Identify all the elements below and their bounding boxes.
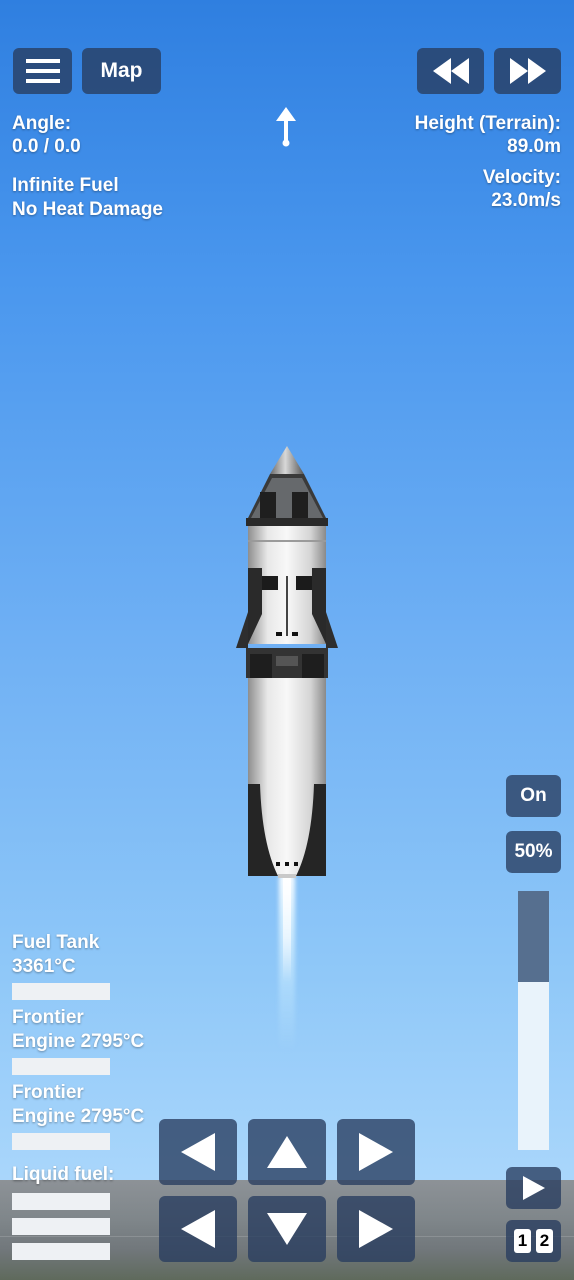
cheat-infinite-fuel: Infinite Fuel [12,175,119,196]
throttle-percent-button[interactable]: 50% [506,831,561,873]
height-label: Height (Terrain): [414,113,561,134]
throttle-slider-fill [518,891,549,982]
rotate-left-button[interactable] [159,1119,237,1185]
rewind-icon [432,58,469,84]
arrow-right-icon [359,1133,393,1171]
rocket[interactable] [232,444,342,884]
stage-play-button[interactable] [506,1167,561,1209]
stage-selector[interactable]: 1 2 [506,1220,561,1262]
play-icon [522,1176,545,1200]
arrow-down-icon [267,1213,307,1245]
fast-forward-button[interactable] [494,48,561,94]
translate-left-button[interactable] [159,1196,237,1262]
fast-forward-icon [509,58,546,84]
thrust-down-button[interactable] [248,1196,326,1262]
arrow-left-icon [181,1133,215,1171]
map-button[interactable]: Map [82,48,161,94]
angle-value: 0.0 / 0.0 [12,136,81,157]
height-value: 89.0m [507,136,561,157]
part-fuel-tank-bar [12,983,110,1000]
throttle-slider[interactable] [518,891,549,1150]
rewind-button[interactable] [417,48,484,94]
engine-exhaust-core [283,872,291,982]
arrow-right-icon [359,1210,393,1248]
stage-2-label[interactable]: 2 [536,1229,553,1253]
part-engine-2-bar [12,1133,110,1150]
arrow-up-icon [267,1136,307,1168]
rotate-right-button[interactable] [337,1119,415,1185]
angle-label: Angle: [12,113,72,134]
hamburger-icon [25,59,60,83]
stage-1-label[interactable]: 1 [514,1229,531,1253]
heading-arrow-icon [276,107,296,147]
part-fuel-tank-temp: 3361°C [12,956,76,977]
map-label: Map [100,59,143,82]
part-engine-2-name: Frontier [12,1082,84,1103]
part-engine-1-bar [12,1058,110,1075]
throttle-percent-label: 50% [514,841,553,862]
engine-toggle-label: On [520,785,547,806]
liquid-fuel-label: Liquid fuel: [12,1164,115,1185]
engine-toggle-button[interactable]: On [506,775,561,817]
translate-right-button[interactable] [337,1196,415,1262]
part-engine-1-temp: Engine 2795°C [12,1031,145,1052]
part-engine-2-temp: Engine 2795°C [12,1106,145,1127]
arrow-left-icon [181,1210,215,1248]
cheat-no-heat-damage: No Heat Damage [12,199,163,220]
liquid-fuel-bar-1 [12,1193,110,1210]
menu-button[interactable] [13,48,72,94]
part-engine-1-name: Frontier [12,1007,84,1028]
velocity-label: Velocity: [482,167,561,188]
liquid-fuel-bar-3 [12,1243,110,1260]
part-fuel-tank-name: Fuel Tank [12,932,100,953]
liquid-fuel-bar-2 [12,1218,110,1235]
velocity-value: 23.0m/s [491,190,561,211]
thrust-up-button[interactable] [248,1119,326,1185]
